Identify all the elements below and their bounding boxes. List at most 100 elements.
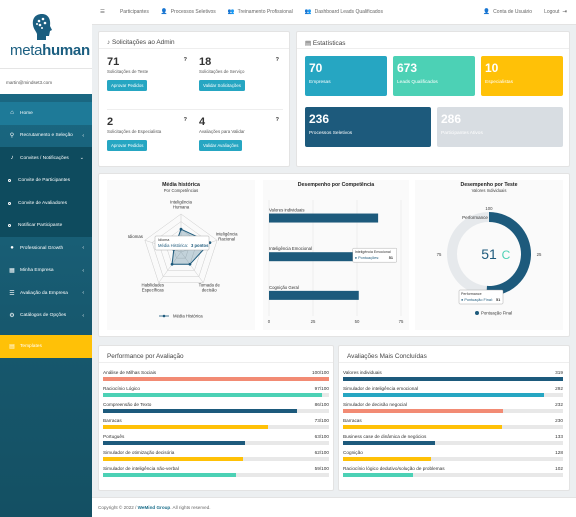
gauge-tick-label: 75 [437,252,442,257]
list-icon: ☰ [9,290,15,297]
progress-fill [103,377,329,381]
brand-name: metahuman [10,42,90,59]
progress-track [103,377,329,381]
topnav-label: Processos Seletivos [170,9,216,15]
sidebar-item-home[interactable]: ⌂ Home [0,102,92,125]
progress-label: Barracas [343,418,362,423]
progress-label: Simulador de otimização decisória [103,450,175,455]
stat-label: Participantes Ativos [441,131,483,136]
chevron-left-icon: ‹ [82,267,84,274]
legend-label: Pontuação Final [481,311,512,316]
radar-category-label: Inteligência Racional [216,231,238,241]
stat-processos[interactable]: 236 Processos Seletivos [305,107,431,147]
sidebar-item-label: Professional Growth [20,245,64,251]
stat-leads[interactable]: 673 Leads Qualificados [393,56,475,96]
sidebar-item-avaliacao-empresa[interactable]: ☰ Avaliação da Empresa ‹ [0,282,92,305]
logout-link[interactable]: Logout ⇥ [544,9,570,15]
stat-label: Especialistas [485,80,513,85]
bar-chart[interactable]: 0 25 50 75 Valores individuais Inteligência E… [263,190,409,328]
progress-track [343,441,563,445]
sidebar-subitem-notificar[interactable]: Notificar Participante [0,215,92,238]
stat-label: Processos Seletivos [309,131,353,136]
aprovar-pedidos-button[interactable]: Aprovar Pedidos [107,140,148,151]
stat-participantes[interactable]: 286 Participantes Ativos [437,107,563,147]
help-icon[interactable]: ? [184,57,187,63]
sol-box-especialista: 2 Solicitações de Especialista Aprovar P… [107,116,191,164]
account-link[interactable]: 👤 Conta de Usuário [483,9,532,15]
sol-label: Avaliações para Validar [199,129,245,134]
sidebar-item-minha-empresa[interactable]: ▦ Minha Empresa ‹ [0,260,92,283]
topnav-label: Treinamento Profissional [237,9,293,15]
sidebar-item-templates[interactable]: ▤ Templates [0,335,92,358]
stat-empresas[interactable]: 70 Empresas [305,56,387,96]
help-icon[interactable]: ? [184,117,187,123]
validar-avaliacoes-button[interactable]: Validar Avaliações [199,140,243,151]
topnav-label: Participantes [119,9,149,15]
progress-fill [343,393,545,397]
bar-tooltip-title: Inteligência Emocional [355,250,391,254]
circle-icon [8,224,11,228]
progress-track [343,425,563,429]
sidebar-item-label: Recrutamento e Seleção [20,133,73,139]
sidebar-item-recrutamento[interactable]: ⚲ Recrutamento e Seleção ‹ [0,125,92,148]
circle-icon [8,201,11,205]
sidebar-item-label: Templates [20,343,42,349]
sidebar-subitem-convite-avaliadores[interactable]: Convite de Avaliadores [0,192,92,215]
radar-tooltip-series: Média Histórica: [158,243,188,248]
radar-chart[interactable]: Inteligência Humana Inteligência Racional To… [107,198,255,328]
topnav-dashboard[interactable]: 👥 Dashboard Leads Qualificados [305,9,383,15]
sol-box-avaliacoes: 4 Avaliações para Validar Validar Avalia… [199,116,283,164]
progress-label: Simulador de inteligência emocional [343,386,419,391]
gauge-chart[interactable]: 51 C 100 75 25 Performance Performance ● Pontua… [415,198,563,328]
file-icon: ▤ [9,343,15,350]
stat-value: 70 [309,61,323,75]
sidebar-item-label: Catálogos de Opções [20,313,67,319]
radar-point [188,262,192,266]
bell-icon: ♪ [10,155,14,162]
progress-label: Português [103,434,125,439]
user-plus-icon: 👤 [160,9,168,15]
sol-label: Solicitações de Teste [107,69,149,74]
gauge-tooltip-series: ● Pontuação Final: [461,298,493,302]
radar-point [179,227,183,231]
progress-track [343,457,563,461]
topnav-processos[interactable]: 👤 Processos Seletivos [161,9,216,15]
aprovar-pedidos-button[interactable]: Aprovar Pedidos [107,80,148,91]
sidebar-item-professional-growth[interactable]: ● Professional Growth ‹ [0,237,92,260]
logo[interactable]: metahuman [0,0,92,68]
stat-especialistas[interactable]: 10 Especialistas [481,56,563,96]
progress-track [103,409,329,413]
sidebar-item-convites[interactable]: ♪ Convites / Notificações ⌄ [0,147,92,170]
sidebar-item-label: Convite de Participantes [18,178,70,184]
help-icon[interactable]: ? [276,117,279,123]
help-icon[interactable]: ? [276,57,279,63]
gauge-tooltip-title: Performance [461,292,482,296]
dot-icon: ● [10,245,14,252]
radar-tooltip-title: Idioma [158,238,170,242]
stat-value: 286 [441,112,462,126]
topnav-treinamento[interactable]: 👥 Treinamento Profissional [228,9,293,15]
sidebar: metahuman martin@mindset3.com ⌂ Home ⚲ Rec… [0,0,92,517]
bar-tick-label: 0 [268,319,271,324]
radar-chart-panel: Média histórica Por Competências Intelig… [107,180,255,330]
chart-icon: ▤ [305,40,313,47]
bar [269,290,359,300]
topnav-participantes[interactable]: Participantes [120,9,149,15]
chart-subtitle: Valores Individuais [471,188,507,193]
sidebar-subitem-convite-participantes[interactable]: Convite de Participantes [0,170,92,193]
bar-category-label: Valores individuais [269,208,305,213]
sidebar-item-label: Convites / Notificações [20,155,69,161]
menu-toggle-button[interactable]: ☰ [100,9,108,15]
sol-count: 4 [199,116,206,128]
progress-track [103,393,329,397]
footer-company-link[interactable]: WeMind Group [138,505,171,510]
progress-track [343,409,563,413]
validar-solicitacoes-button[interactable]: Validar Solicitações [199,80,245,91]
footer-text: Copyright © 2022 / [98,505,138,510]
card-header: ♪ Solicitações ao Admin [99,32,289,49]
radar-category-label: Inteligência Humana [170,200,192,210]
progress-value: 128 [555,450,563,455]
sidebar-item-catalogos[interactable]: ⚙ Catálogos de Opções ‹ [0,305,92,328]
progress-fill [103,393,323,397]
charts-card: Média histórica Por Competências Intelig… [98,173,570,337]
